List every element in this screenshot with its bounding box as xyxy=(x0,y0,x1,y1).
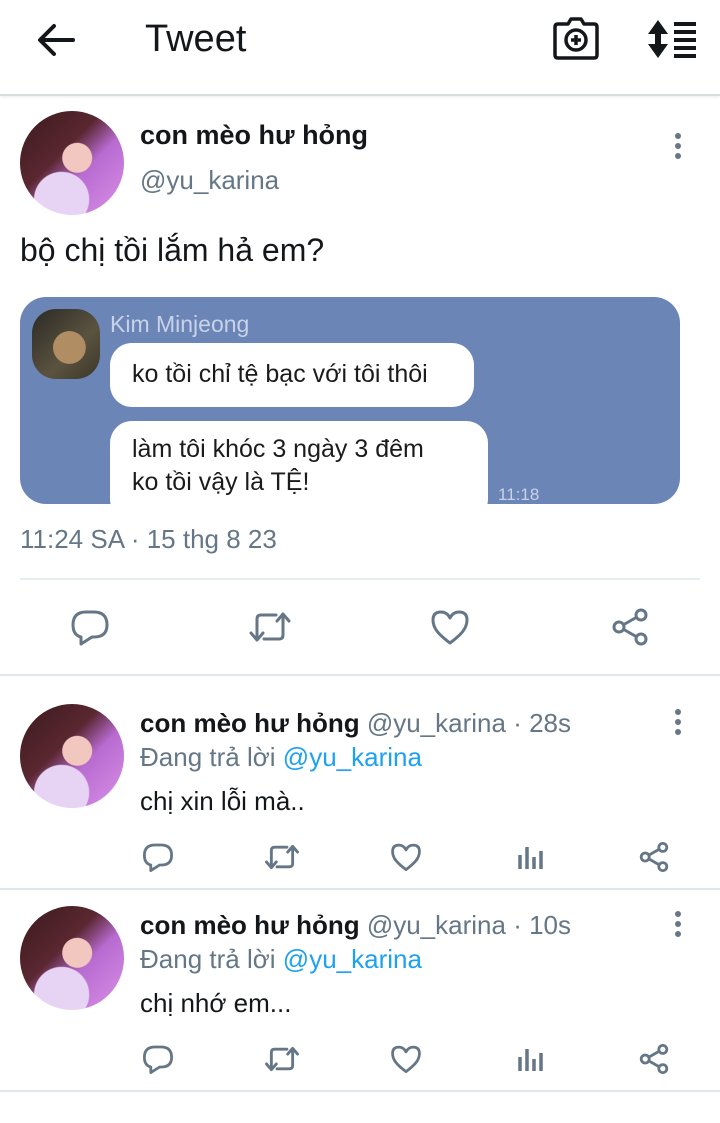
retweet-button[interactable] xyxy=(262,1040,302,1078)
avatar[interactable] xyxy=(20,704,124,808)
analytics-icon xyxy=(518,1049,543,1071)
reply-button[interactable] xyxy=(138,838,178,876)
replying-to-label: Đang trả lời xyxy=(140,742,276,772)
reply-icon xyxy=(143,1045,173,1074)
like-button[interactable] xyxy=(426,604,474,650)
more-options-button[interactable] xyxy=(666,704,690,740)
like-button[interactable] xyxy=(386,1040,426,1078)
tweet-media-image[interactable]: Kim Minjeong ko tồi chỉ tệ bạc với tôi t… xyxy=(20,297,680,504)
share-button[interactable] xyxy=(634,1040,674,1078)
chat-avatar xyxy=(32,309,100,379)
like-icon xyxy=(391,843,421,872)
camera-button[interactable] xyxy=(552,16,600,62)
tweet-text: bộ chị tồi lắm hả em? xyxy=(20,232,325,268)
retweet-button[interactable] xyxy=(262,838,302,876)
sort-list-icon xyxy=(648,20,696,58)
arrow-left-icon xyxy=(38,24,75,56)
reply-header: con mèo hư hỏng @yu_karina · 10s xyxy=(140,910,571,941)
like-icon xyxy=(431,610,469,645)
analytics-icon xyxy=(518,847,543,869)
chat-bubble-text: ko tồi chỉ tệ bạc với tôi thôi xyxy=(132,360,428,388)
more-dot xyxy=(675,719,681,725)
retweet-icon xyxy=(265,1046,299,1072)
more-dot xyxy=(675,729,681,735)
share-button[interactable] xyxy=(606,604,654,650)
avatar[interactable] xyxy=(20,906,124,1010)
tweet-timestamp[interactable]: 11:24 SA · 15 thg 8 23 xyxy=(20,524,277,555)
camera-add-icon xyxy=(553,17,599,60)
back-button[interactable] xyxy=(34,20,78,60)
tweet-text: chị xin lỗi mà.. xyxy=(140,786,305,816)
analytics-button[interactable] xyxy=(510,1040,550,1078)
more-dot xyxy=(675,709,681,715)
more-dot xyxy=(675,153,681,159)
retweet-icon xyxy=(249,612,291,642)
retweet-button[interactable] xyxy=(246,604,294,650)
divider xyxy=(0,1090,720,1092)
chat-sender-name: Kim Minjeong xyxy=(110,311,250,337)
share-icon xyxy=(639,842,669,872)
author-handle[interactable]: @yu_karina xyxy=(140,165,279,196)
reply-icon xyxy=(71,610,109,646)
replying-to: Đang trả lời @yu_karina xyxy=(140,742,422,773)
analytics-button[interactable] xyxy=(510,838,550,876)
more-dot xyxy=(675,143,681,149)
like-button[interactable] xyxy=(386,838,426,876)
replying-to: Đang trả lời @yu_karina xyxy=(140,944,422,975)
more-dot xyxy=(675,931,681,937)
top-app-bar: Tweet xyxy=(0,0,720,96)
share-icon xyxy=(639,1044,669,1074)
more-dot xyxy=(675,921,681,927)
mention-link[interactable]: @yu_karina xyxy=(283,742,422,772)
more-options-button[interactable] xyxy=(666,128,690,164)
share-icon xyxy=(612,608,648,646)
more-options-button[interactable] xyxy=(666,906,690,942)
share-button[interactable] xyxy=(634,838,674,876)
more-dot xyxy=(675,911,681,917)
tweet-text: chị nhớ em... xyxy=(140,988,292,1018)
chat-bubble-text: làm tôi khóc 3 ngày 3 đêm xyxy=(132,435,424,463)
sort-button[interactable] xyxy=(644,16,700,62)
divider xyxy=(0,888,720,890)
author-handle[interactable]: @yu_karina xyxy=(367,708,506,738)
mention-link[interactable]: @yu_karina xyxy=(283,944,422,974)
divider xyxy=(0,674,720,676)
author-name[interactable]: con mèo hư hỏng xyxy=(140,120,368,151)
author-name[interactable]: con mèo hư hỏng xyxy=(140,910,360,940)
like-icon xyxy=(391,1045,421,1074)
author-handle[interactable]: @yu_karina xyxy=(367,910,506,940)
reply-header: con mèo hư hỏng @yu_karina · 28s xyxy=(140,708,571,739)
retweet-icon xyxy=(265,844,299,870)
reply-button[interactable] xyxy=(138,1040,178,1078)
divider xyxy=(20,578,700,580)
chat-bubble: làm tôi khóc 3 ngày 3 đêm ko tồi vậy là … xyxy=(110,421,488,504)
reply-button[interactable] xyxy=(66,604,114,650)
author-name[interactable]: con mèo hư hỏng xyxy=(140,708,360,738)
tweet-age: · 10s xyxy=(513,910,572,940)
replying-to-label: Đang trả lời xyxy=(140,944,276,974)
avatar[interactable] xyxy=(20,111,124,215)
more-dot xyxy=(675,133,681,139)
chat-bubble-text: ko tồi vậy là TỆ! xyxy=(132,468,310,496)
reply-icon xyxy=(143,843,173,872)
chat-timestamp: 11:18 xyxy=(498,485,540,504)
chat-bubble: ko tồi chỉ tệ bạc với tôi thôi xyxy=(110,343,474,407)
tweet-age: · 28s xyxy=(513,708,572,738)
page-title: Tweet xyxy=(145,18,247,60)
